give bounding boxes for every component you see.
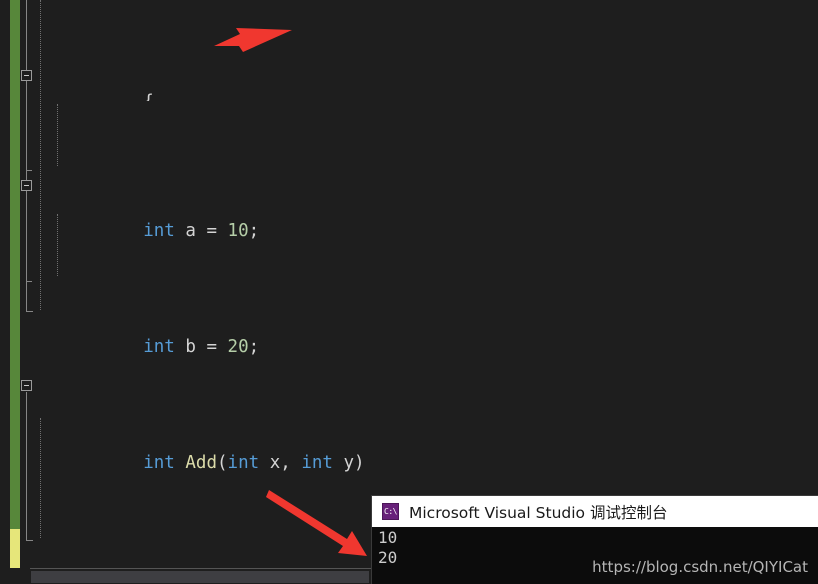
console-output-line: 10 [378, 528, 398, 547]
token-semicolon-2: ; [248, 337, 260, 357]
editor-screen: { int a = 10; int b = 20; int Add(int x,… [0, 0, 818, 584]
console-app-icon: C:\ [382, 503, 399, 520]
code-line-3: int Add(int x, int y) [30, 420, 818, 473]
selection-margin[interactable] [0, 0, 10, 584]
token-number-10: 10 [227, 221, 249, 241]
token-keyword-int-4: int [227, 453, 260, 473]
outline-vline-main [26, 392, 27, 540]
token-keyword-int-1: int [143, 221, 175, 241]
outline-vline-namespace [26, 0, 27, 311]
token-function-add: Add [185, 453, 217, 473]
console-icon-label: C:\ [384, 506, 397, 516]
horizontal-scrollbar-thumb[interactable] [31, 571, 369, 583]
token-brace-open-namespace: { [143, 92, 154, 101]
token-paren-close-add: ) [354, 453, 365, 473]
csdn-watermark: https://blog.csdn.net/QIYICat [592, 558, 808, 576]
console-title-bar[interactable]: C:\ Microsoft Visual Studio 调试控制台 [372, 496, 818, 527]
code-line-1: int a = 10; [30, 188, 818, 241]
horizontal-scrollbar[interactable] [30, 568, 372, 584]
token-keyword-int-3: int [143, 453, 175, 473]
token-paren-open-add: ( [216, 453, 228, 473]
console-title-text: Microsoft Visual Studio 调试控制台 [409, 503, 668, 522]
change-bar-unsaved [10, 529, 20, 568]
token-param-y-1: y [343, 453, 355, 473]
token-keyword-int-5: int [301, 453, 333, 473]
token-number-20: 20 [227, 337, 249, 357]
token-var-b: b [185, 337, 196, 357]
token-semicolon-1: ; [248, 221, 260, 241]
console-output-area[interactable]: 10 20 https://blog.csdn.net/QIYICat [372, 527, 818, 584]
token-var-a: a [185, 221, 196, 241]
debug-console-window[interactable]: C:\ Microsoft Visual Studio 调试控制台 10 20 … [372, 496, 818, 584]
token-param-x-1: x [269, 453, 281, 473]
token-keyword-int-2: int [143, 337, 175, 357]
token-comma-1: , [280, 453, 302, 473]
code-line-2: int b = 20; [30, 304, 818, 357]
token-assign-2: = [195, 337, 228, 357]
code-line-0: { [30, 87, 818, 101]
token-assign-1: = [195, 221, 228, 241]
change-bar-saved [10, 0, 20, 529]
